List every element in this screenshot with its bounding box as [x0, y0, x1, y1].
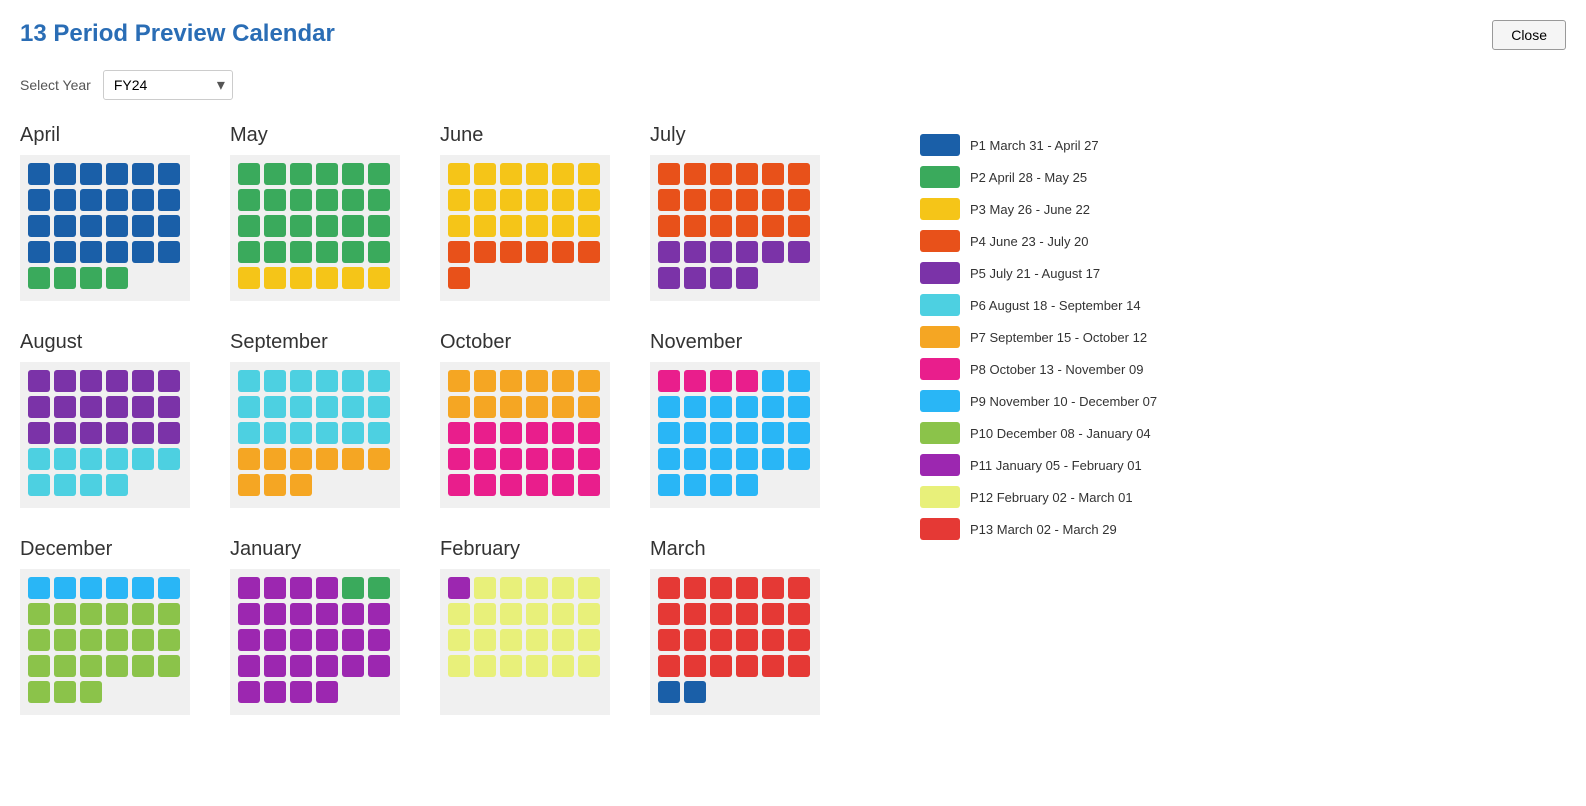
legend-item-p9: P9 November 10 - December 07	[920, 390, 1157, 412]
legend-label-p13: P13 March 02 - March 29	[970, 522, 1117, 537]
calendar-june	[440, 155, 610, 301]
legend-swatch-p10	[920, 422, 960, 444]
month-name-january: January	[230, 538, 420, 561]
legend-item-p10: P10 December 08 - January 04	[920, 422, 1157, 444]
year-select-label: Select Year	[20, 77, 91, 93]
legend-label-p1: P1 March 31 - April 27	[970, 138, 1099, 153]
month-october: October	[440, 331, 630, 508]
legend-label-p6: P6 August 18 - September 14	[970, 298, 1141, 313]
month-name-october: October	[440, 331, 630, 354]
legend-swatch-p13	[920, 518, 960, 540]
calendar-november	[650, 362, 820, 508]
legend-item-p8: P8 October 13 - November 09	[920, 358, 1157, 380]
legend-label-p8: P8 October 13 - November 09	[970, 362, 1143, 377]
legend-item-p13: P13 March 02 - March 29	[920, 518, 1157, 540]
calendar-february	[440, 569, 610, 715]
legend-item-p11: P11 January 05 - February 01	[920, 454, 1157, 476]
month-september: September	[230, 331, 420, 508]
legend-label-p11: P11 January 05 - February 01	[970, 458, 1142, 473]
month-december: December	[20, 538, 210, 715]
calendar-march	[650, 569, 820, 715]
legend-label-p9: P9 November 10 - December 07	[970, 394, 1157, 409]
legend-swatch-p5	[920, 262, 960, 284]
month-august: August	[20, 331, 210, 508]
legend-swatch-p8	[920, 358, 960, 380]
month-july: July	[650, 124, 840, 301]
month-february: February	[440, 538, 630, 715]
legend-swatch-p12	[920, 486, 960, 508]
legend-label-p2: P2 April 28 - May 25	[970, 170, 1087, 185]
calendar-october	[440, 362, 610, 508]
legend-label-p10: P10 December 08 - January 04	[970, 426, 1151, 441]
legend-label-p3: P3 May 26 - June 22	[970, 202, 1090, 217]
month-name-may: May	[230, 124, 420, 147]
month-name-december: December	[20, 538, 210, 561]
month-november: November	[650, 331, 840, 508]
legend-label-p4: P4 June 23 - July 20	[970, 234, 1089, 249]
month-march: March	[650, 538, 840, 715]
legend-swatch-p4	[920, 230, 960, 252]
month-name-september: September	[230, 331, 420, 354]
legend-item-p6: P6 August 18 - September 14	[920, 294, 1157, 316]
legend-label-p7: P7 September 15 - October 12	[970, 330, 1147, 345]
calendar-april	[20, 155, 190, 301]
calendar-july	[650, 155, 820, 301]
legend-item-p5: P5 July 21 - August 17	[920, 262, 1157, 284]
legend-item-p2: P2 April 28 - May 25	[920, 166, 1157, 188]
legend-item-p3: P3 May 26 - June 22	[920, 198, 1157, 220]
legend-label-p5: P5 July 21 - August 17	[970, 266, 1100, 281]
month-april: April	[20, 124, 210, 301]
month-june: June	[440, 124, 630, 301]
month-name-march: March	[650, 538, 840, 561]
close-button[interactable]: Close	[1492, 20, 1566, 50]
legend-item-p7: P7 September 15 - October 12	[920, 326, 1157, 348]
calendar-august	[20, 362, 190, 508]
month-january: January	[230, 538, 420, 715]
month-name-june: June	[440, 124, 630, 147]
legend-item-p4: P4 June 23 - July 20	[920, 230, 1157, 252]
month-name-august: August	[20, 331, 210, 354]
legend-label-p12: P12 February 02 - March 01	[970, 490, 1133, 505]
month-name-july: July	[650, 124, 840, 147]
legend-swatch-p1	[920, 134, 960, 156]
calendar-september	[230, 362, 400, 508]
month-name-february: February	[440, 538, 630, 561]
month-may: May	[230, 124, 420, 301]
legend-item-p1: P1 March 31 - April 27	[920, 134, 1157, 156]
calendar-january	[230, 569, 400, 715]
legend-swatch-p6	[920, 294, 960, 316]
legend-item-p12: P12 February 02 - March 01	[920, 486, 1157, 508]
calendar-december	[20, 569, 190, 715]
page-title: 13 Period Preview Calendar	[20, 20, 335, 48]
legend-swatch-p2	[920, 166, 960, 188]
month-name-november: November	[650, 331, 840, 354]
legend-swatch-p9	[920, 390, 960, 412]
calendar-may	[230, 155, 400, 301]
legend-swatch-p7	[920, 326, 960, 348]
year-select[interactable]: FY24 FY23 FY25	[103, 70, 233, 100]
legend-swatch-p11	[920, 454, 960, 476]
month-name-april: April	[20, 124, 210, 147]
legend: P1 March 31 - April 27 P2 April 28 - May …	[920, 124, 1157, 715]
calendars-grid: April May	[20, 124, 840, 715]
legend-swatch-p3	[920, 198, 960, 220]
